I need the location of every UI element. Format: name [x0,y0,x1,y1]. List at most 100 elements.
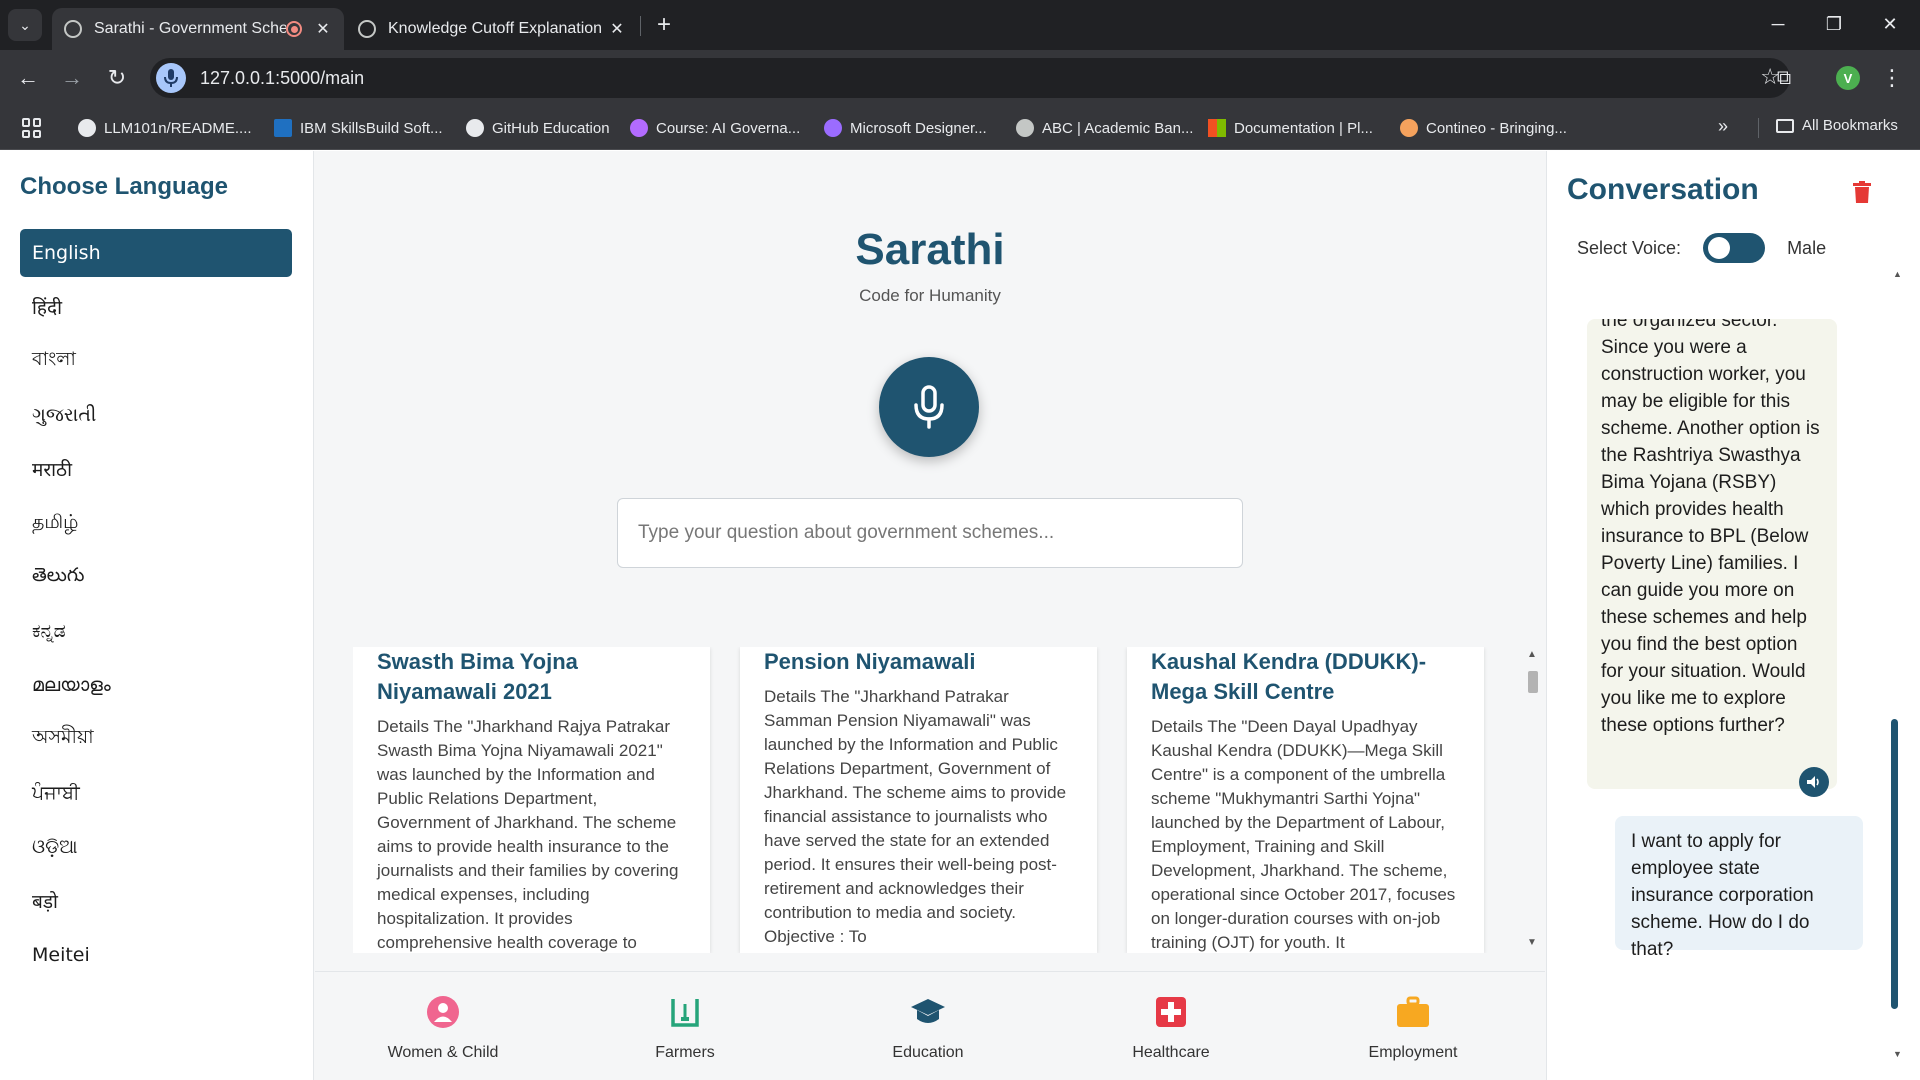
play-audio-button[interactable] [1799,767,1829,797]
category-farmers[interactable]: Farmers [605,994,765,1062]
voice-toggle[interactable] [1703,233,1766,263]
bot-message-text: the organized sector. Since you were a c… [1601,319,1820,736]
tab-title: Sarathi - Government Scher [94,20,286,37]
language-option-english[interactable]: English [20,229,292,277]
apps-grid-icon[interactable] [22,118,42,138]
all-bookmarks-button[interactable]: All Bookmarks [1776,117,1898,134]
scroll-down-arrow-icon[interactable]: ▼ [1893,1049,1902,1059]
voice-value: Male [1787,237,1827,258]
language-option-odia[interactable]: ଓଡ଼ିଆ [20,823,292,871]
scheme-card[interactable]: Pension Niyamawali Details The "Jharkhan… [740,647,1097,953]
new-tab-button[interactable]: + [650,11,678,39]
medical-cross-icon [1153,994,1189,1030]
clear-conversation-button[interactable] [1853,181,1871,203]
browser-menu-icon[interactable]: ⋮ [1880,62,1904,94]
bookmark-item[interactable]: ABC | Academic Ban... [1016,117,1193,139]
scroll-up-arrow-icon[interactable]: ▲ [1527,649,1537,660]
conversation-scrollbar-thumb[interactable] [1891,719,1898,1009]
language-option-hindi[interactable]: हिंदी [20,283,292,331]
forward-arrow-icon[interactable]: → [56,62,88,94]
scheme-card[interactable]: Kaushal Kendra (DDUKK)- Mega Skill Centr… [1127,647,1484,953]
close-tab-icon[interactable]: ✕ [608,19,626,39]
browser-tab-bar: ⌄ Sarathi - Government Scher ✕ Knowledge… [0,0,1920,50]
bot-message: the organized sector. Since you were a c… [1587,319,1837,789]
category-label: Women & Child [387,1044,499,1061]
github-icon [466,119,484,137]
language-option-meitei[interactable]: Meitei [20,931,292,979]
language-option-kannada[interactable]: ಕನ್ನಡ [20,607,292,655]
github-icon [78,119,96,137]
reload-icon[interactable]: ↻ [101,62,133,94]
category-label: Employment [1368,1044,1458,1061]
url-text: 127.0.0.1:5000/main [200,67,365,88]
brand-title: Sarathi [855,225,1005,274]
bookmark-item[interactable]: GitHub Education [466,117,610,139]
scroll-up-arrow-icon[interactable]: ▲ [1893,269,1902,279]
category-healthcare[interactable]: Healthcare [1091,994,1251,1062]
language-option-marathi[interactable]: मराठी [20,445,292,493]
scheme-card[interactable]: Swasth Bima Yojna Niyamawali 2021 Detail… [353,647,710,953]
user-message: I want to apply for employee state insur… [1615,816,1863,960]
bookmark-item[interactable]: Documentation | Pl... [1208,117,1373,139]
bookmark-item[interactable]: Course: AI Governa... [630,117,800,139]
recording-icon [286,21,302,37]
globe-icon [358,20,376,38]
tab-sarathi[interactable]: Sarathi - Government Scher ✕ [52,8,344,50]
ibm-icon [274,119,292,137]
question-input[interactable] [617,498,1243,568]
restore-button[interactable]: ❐ [1814,8,1854,40]
category-label: Farmers [655,1044,715,1061]
profile-avatar[interactable]: V [1836,66,1860,90]
tab-knowledge-cutoff[interactable]: Knowledge Cutoff Explanation ✕ [346,8,638,50]
tab-divider [640,16,641,36]
designer-icon [824,119,842,137]
scrollbar-thumb[interactable] [1528,671,1538,693]
close-window-button[interactable]: ✕ [1870,8,1910,40]
language-option-malayalam[interactable]: മലയാളം [20,661,292,709]
microphone-button[interactable] [879,357,979,457]
bookmark-item[interactable]: Contineo - Bringing... [1400,117,1567,139]
more-bookmarks-chevron-icon[interactable]: » [1718,116,1728,137]
address-bar[interactable]: 127.0.0.1:5000/main ☆ [150,58,1790,98]
voice-label: Select Voice: [1577,237,1682,258]
back-arrow-icon[interactable]: ← [12,62,44,94]
tab-title: Knowledge Cutoff Explanation [388,20,603,37]
site-info-mic-icon[interactable] [156,63,186,93]
minimize-button[interactable]: ─ [1758,8,1798,40]
tab-search-chevron-icon[interactable]: ⌄ [8,9,42,41]
speaker-icon [1807,776,1819,788]
folder-icon [1776,118,1794,133]
category-education[interactable]: Education [848,994,1008,1062]
bookmark-item[interactable]: Microsoft Designer... [824,117,987,139]
scheme-card-details: Details The "Jharkhand Rajya Patrakar Sw… [377,717,679,952]
language-list: English हिंदी বাংলা ગુજરાતી मराठी தமிழ் … [20,229,292,985]
extensions-puzzle-icon[interactable]: ⧉ [1768,62,1800,94]
scroll-down-arrow-icon[interactable]: ▼ [1527,937,1537,948]
toggle-knob [1708,237,1731,259]
sarathi-app: Choose Language English हिंदी বাংলা ગુજર… [0,151,1920,1080]
sidebar-title: Choose Language [20,173,229,200]
bookmark-item[interactable]: LLM101n/README.... [78,117,252,139]
close-tab-icon[interactable]: ✕ [314,19,332,39]
language-option-bodo[interactable]: बड़ो [20,877,292,925]
language-option-telugu[interactable]: తెలుగు [20,553,292,601]
category-women-child[interactable]: Women & Child [363,994,523,1062]
contineo-icon [1400,119,1418,137]
graduation-cap-icon [910,994,946,1030]
scheme-card-details: Details The "Deen Dayal Upadhyay Kaushal… [1151,717,1456,952]
language-option-assamese[interactable]: অসমীয়া [20,715,292,763]
category-employment[interactable]: Employment [1333,994,1493,1062]
message-list: the organized sector. Since you were a c… [1547,291,1920,1080]
browser-toolbar: ← → ↻ 127.0.0.1:5000/main ☆ ⧉ V ⋮ [0,50,1920,106]
language-option-punjabi[interactable]: ਪੰਜਾਬੀ [20,769,292,817]
person-icon [425,994,461,1030]
language-option-bengali[interactable]: বাংলা [20,337,292,385]
language-sidebar: Choose Language English हिंदी বাংলা ગુજર… [0,151,314,1080]
cards-scrollbar[interactable]: ▲ ▼ [1525,649,1541,949]
language-option-tamil[interactable]: தமிழ் [20,499,292,547]
microsoft-icon [1208,119,1226,137]
conversation-panel: Conversation Select Voice: Male ▲ the or… [1546,151,1920,1080]
scheme-card-details: Details The "Jharkhand Patrakar Samman P… [764,687,1067,946]
language-option-gujarati[interactable]: ગુજરાતી [20,391,292,439]
bookmark-item[interactable]: IBM SkillsBuild Soft... [274,117,443,139]
